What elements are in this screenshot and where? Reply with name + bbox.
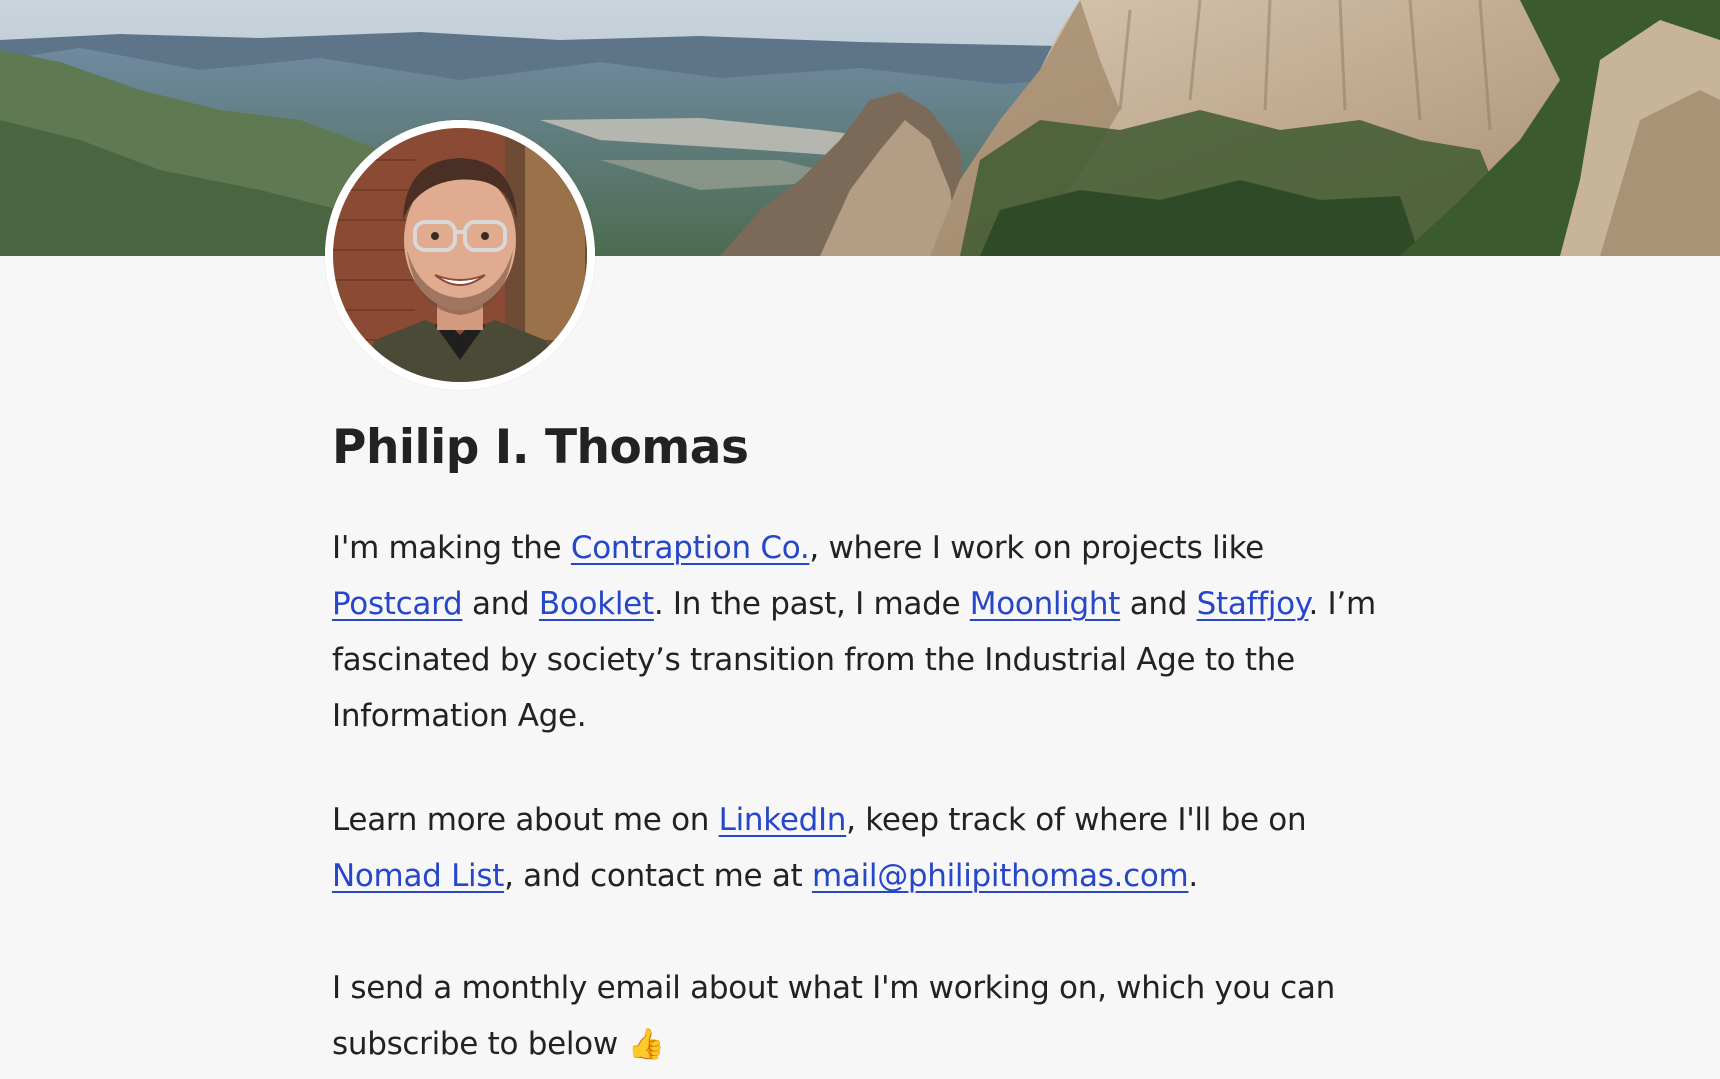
avatar (325, 120, 595, 390)
intro-text: I'm making the (332, 530, 571, 566)
newsletter-paragraph: I send a monthly email about what I'm wo… (332, 960, 1392, 1073)
main-content: Philip I. Thomas I'm making the Contrapt… (332, 400, 1392, 1073)
intro-text: . In the past, I made (653, 586, 970, 622)
contact-paragraph: Learn more about me on LinkedIn, keep tr… (332, 792, 1392, 904)
postcard-link[interactable]: Postcard (332, 586, 463, 622)
contact-text: , and contact me at (504, 858, 812, 894)
profile-photo-icon (325, 120, 595, 390)
intro-text: and (1120, 586, 1197, 622)
intro-paragraph: I'm making the Contraption Co., where I … (332, 520, 1392, 744)
header-banner-image (0, 0, 1720, 256)
contact-text: Learn more about me on (332, 802, 719, 838)
linkedin-link[interactable]: LinkedIn (719, 802, 847, 838)
contact-text: . (1188, 858, 1198, 894)
nomad-list-link[interactable]: Nomad List (332, 858, 504, 894)
moonlight-link[interactable]: Moonlight (970, 586, 1121, 622)
thumbs-up-icon: 👍 (627, 1027, 665, 1062)
newsletter-text: I send a monthly email about what I'm wo… (332, 970, 1335, 1062)
contact-text: , keep track of where I'll be on (846, 802, 1307, 838)
page-title: Philip I. Thomas (332, 420, 749, 475)
contraption-co-link[interactable]: Contraption Co. (571, 530, 810, 566)
booklet-link[interactable]: Booklet (539, 586, 654, 622)
intro-text: , where I work on projects like (809, 530, 1264, 566)
intro-text: and (462, 586, 539, 622)
email-link[interactable]: mail@philipithomas.com (812, 858, 1189, 894)
mountain-landscape-icon (0, 0, 1720, 256)
staffjoy-link[interactable]: Staffjoy (1197, 586, 1309, 622)
